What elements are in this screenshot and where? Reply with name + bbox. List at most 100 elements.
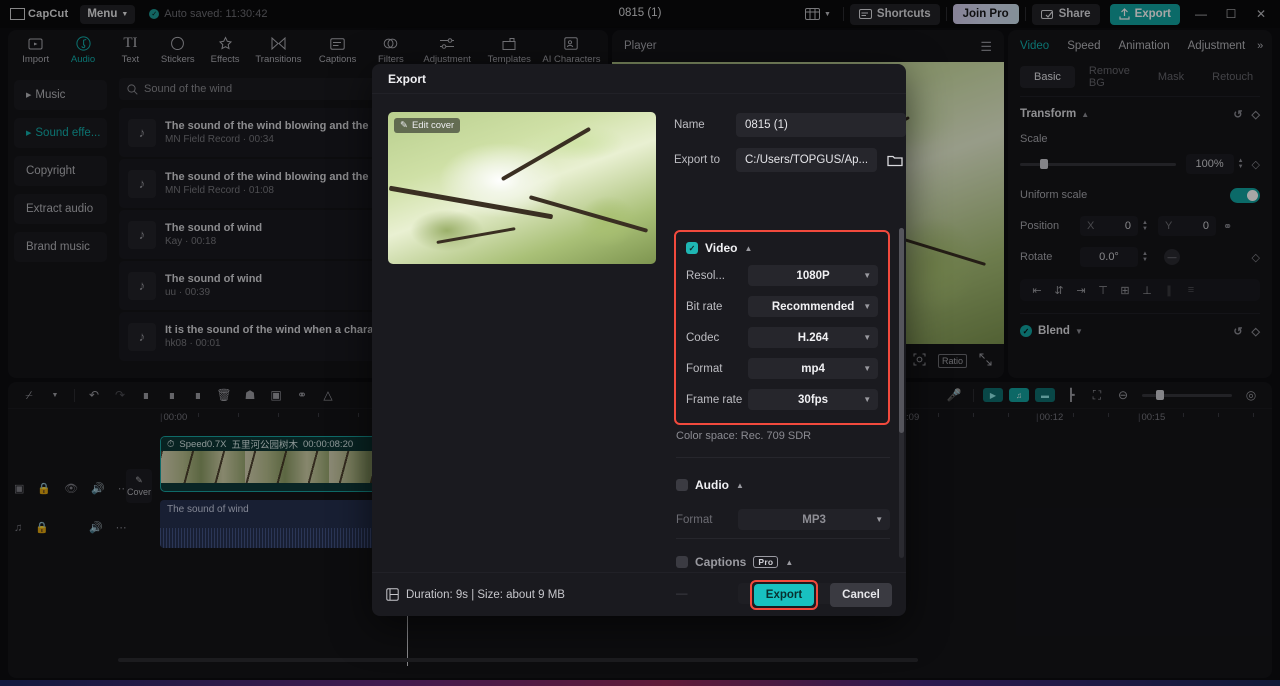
undo-icon[interactable]: ↶ bbox=[81, 384, 107, 406]
close-button[interactable]: ✕ bbox=[1246, 0, 1276, 28]
captions-checkbox[interactable] bbox=[676, 556, 688, 568]
align-middle-v-icon[interactable]: ⊞ bbox=[1114, 284, 1136, 297]
modal-scrollbar[interactable] bbox=[899, 228, 905, 558]
category-music[interactable]: ▶ Music bbox=[14, 80, 107, 110]
minimize-button[interactable]: — bbox=[1186, 0, 1216, 28]
rotate-value[interactable]: 0.0° bbox=[1080, 247, 1138, 267]
tool-tab-stickers[interactable]: Stickers bbox=[154, 35, 201, 65]
stepper-icon[interactable]: ▲ ▼ bbox=[1142, 251, 1148, 263]
auto-caption-icon[interactable]: ▬ bbox=[1035, 388, 1055, 402]
keyframe-diamond-icon[interactable]: ◇ bbox=[1252, 108, 1260, 121]
blend-checkbox[interactable]: ✓ bbox=[1020, 325, 1032, 337]
video-checkbox[interactable]: ✓ bbox=[686, 242, 698, 254]
crop-icon[interactable]: ▣ bbox=[263, 384, 289, 406]
tool-tab-import[interactable]: Import bbox=[12, 35, 59, 65]
reset-icon[interactable]: ↺ bbox=[1233, 108, 1242, 121]
resolution-select[interactable]: 1080P ▼ bbox=[748, 265, 879, 286]
align-top-icon[interactable]: ⊤ bbox=[1092, 284, 1114, 297]
subtab-basic[interactable]: Basic bbox=[1020, 66, 1075, 88]
zoom-out-icon[interactable]: ⊖ bbox=[1110, 384, 1136, 406]
trim-right-icon[interactable]: ∎ bbox=[185, 384, 211, 406]
folder-icon[interactable] bbox=[884, 149, 906, 171]
audio-format-select[interactable]: MP3 ▼ bbox=[738, 509, 891, 530]
layout-button[interactable]: ▼ bbox=[799, 4, 837, 24]
keyframe-diamond-icon[interactable]: ◇ bbox=[1252, 251, 1260, 264]
tool-tab-templates[interactable]: Templates bbox=[480, 35, 539, 65]
auto-beat-icon[interactable]: ♫ bbox=[1009, 388, 1029, 402]
codec-select[interactable]: H.264 ▼ bbox=[748, 327, 879, 348]
eye-icon[interactable]: 👁 bbox=[64, 482, 78, 495]
bitrate-select[interactable]: Recommended ▼ bbox=[748, 296, 879, 317]
slider-knob[interactable] bbox=[1040, 159, 1049, 169]
category-sound-effects[interactable]: ▶ Sound effe... bbox=[14, 118, 107, 148]
chevron-up-icon[interactable]: ▲ bbox=[736, 481, 744, 490]
cancel-button[interactable]: Cancel bbox=[830, 582, 892, 607]
fit-icon[interactable]: ◎ bbox=[1238, 384, 1264, 406]
freeze-icon[interactable]: ⚭ bbox=[289, 384, 315, 406]
tool-tab-transitions[interactable]: Transitions bbox=[249, 35, 308, 65]
align-center-h-icon[interactable]: ⇵ bbox=[1048, 284, 1070, 297]
hamburger-icon[interactable]: ☰ bbox=[980, 40, 992, 53]
export-confirm-button[interactable]: Export bbox=[754, 583, 814, 606]
search-input[interactable]: Sound of the wind bbox=[144, 83, 232, 95]
position-x-field[interactable]: X 0 bbox=[1080, 216, 1138, 236]
chevron-up-icon[interactable]: ▲ bbox=[744, 244, 752, 253]
split-marker-icon[interactable]: ┣ bbox=[1058, 384, 1084, 406]
tab-speed[interactable]: Speed bbox=[1067, 40, 1100, 52]
tab-video[interactable]: Video bbox=[1020, 40, 1049, 52]
stepper-icon[interactable]: ▲ ▼ bbox=[1142, 220, 1148, 232]
name-input[interactable]: 0815 (1) bbox=[736, 113, 906, 137]
fullscreen-icon[interactable] bbox=[979, 353, 992, 369]
zoom-slider[interactable] bbox=[1142, 390, 1232, 400]
distribute-v-icon[interactable]: ≡ bbox=[1180, 284, 1202, 296]
tool-tab-adjustment[interactable]: Adjustment bbox=[415, 35, 480, 65]
edit-cover-button[interactable]: ✎ Edit cover bbox=[394, 118, 461, 133]
share-button[interactable]: Share bbox=[1031, 3, 1100, 25]
rotate-dial-icon[interactable]: — bbox=[1163, 249, 1180, 265]
chevron-down-icon[interactable]: ▼ bbox=[1075, 327, 1083, 336]
export-to-input[interactable]: C:/Users/TOPGUS/Ap... bbox=[736, 148, 878, 172]
tool-tab-text[interactable]: TI Text bbox=[107, 35, 154, 66]
audio-note-icon[interactable]: ♫ bbox=[14, 522, 22, 534]
tool-tab-effects[interactable]: Effects bbox=[201, 35, 248, 65]
tool-tab-audio[interactable]: Audio bbox=[59, 35, 106, 65]
microphone-icon[interactable]: 🎤 bbox=[941, 384, 967, 406]
lock-icon[interactable]: 🔒 bbox=[37, 482, 51, 495]
speaker-icon[interactable]: 🔊 bbox=[89, 521, 103, 534]
tab-adjustment[interactable]: Adjustment bbox=[1188, 40, 1246, 52]
align-right-icon[interactable]: ⇥ bbox=[1070, 284, 1092, 297]
format-select[interactable]: mp4 ▼ bbox=[748, 358, 879, 379]
trim-left-icon[interactable]: ∎ bbox=[159, 384, 185, 406]
cover-button[interactable]: ✎ Cover bbox=[126, 469, 152, 503]
preview-icon[interactable]: ⛶ bbox=[1084, 384, 1110, 406]
link-xy-icon[interactable]: ⚭ bbox=[1223, 220, 1232, 233]
align-left-icon[interactable]: ⇤ bbox=[1026, 284, 1048, 297]
chevron-double-right-icon[interactable]: » bbox=[1257, 40, 1263, 52]
tool-tab-captions[interactable]: Captions bbox=[308, 35, 367, 65]
uniform-scale-toggle[interactable] bbox=[1230, 187, 1260, 203]
keyframe-diamond-icon[interactable]: ◇ bbox=[1252, 325, 1260, 338]
ratio-button[interactable]: Ratio bbox=[937, 354, 967, 368]
mirror-icon[interactable]: △ bbox=[315, 384, 341, 406]
keyframe-diamond-icon[interactable]: ◇ bbox=[1252, 158, 1260, 171]
shortcuts-button[interactable]: Shortcuts bbox=[849, 3, 940, 25]
category-brand-music[interactable]: Brand music bbox=[14, 232, 107, 262]
stepper-icon[interactable]: ▲ ▼ bbox=[1238, 158, 1244, 170]
scale-slider[interactable] bbox=[1020, 159, 1176, 169]
auto-cut-icon[interactable]: ▶ bbox=[983, 388, 1003, 402]
timeline-scrollbar[interactable] bbox=[118, 658, 918, 662]
delete-icon[interactable]: 🗑 bbox=[211, 384, 237, 406]
tool-tab-filters[interactable]: Filters bbox=[367, 35, 414, 65]
split-icon[interactable]: ∎ bbox=[133, 384, 159, 406]
align-bottom-icon[interactable]: ⊥ bbox=[1136, 284, 1158, 297]
select-arrow-icon[interactable]: ⌿ bbox=[16, 384, 42, 406]
maximize-button[interactable]: ☐ bbox=[1216, 0, 1246, 28]
scale-value[interactable]: 100% bbox=[1185, 154, 1234, 174]
subtab-mask[interactable]: Mask bbox=[1144, 66, 1198, 88]
redo-icon[interactable]: ↷ bbox=[107, 384, 133, 406]
thumbnail-icon[interactable]: ▣ bbox=[14, 482, 24, 495]
more-icon[interactable]: ⋯ bbox=[116, 521, 127, 534]
reset-icon[interactable]: ↺ bbox=[1233, 325, 1242, 338]
lock-icon[interactable]: 🔒 bbox=[35, 521, 49, 534]
audio-checkbox[interactable] bbox=[676, 479, 688, 491]
